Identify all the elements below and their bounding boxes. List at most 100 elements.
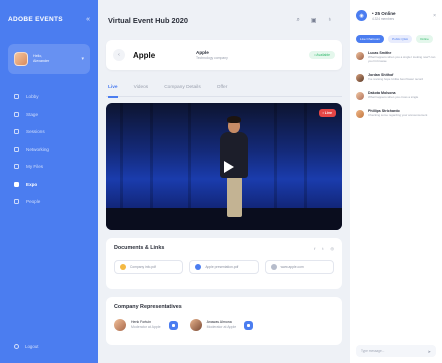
document-label: www.apple.com [280,265,304,269]
logout-button[interactable]: Logout [14,344,38,349]
brand-logo: ADOBE EVENTS [8,15,63,23]
bell-icon[interactable]: ♁ [328,17,333,24]
calendar-icon[interactable]: ▣ [311,17,317,24]
sidebar-nav: Lobby Stage Sessions Networking My Files… [8,88,90,211]
tab-videos[interactable]: Videos [134,85,149,97]
tab-company-details[interactable]: Company Details [164,85,201,97]
member-count: 4.324 members [372,16,395,21]
sidebar-item-label: Networking [26,146,49,152]
chat-logo-icon: ◉ [356,10,367,21]
representative-role: Moderator at Apple [131,325,161,329]
message-text: Checking some regarding your announcemen… [368,112,428,117]
twitter-icon[interactable]: t [322,246,323,251]
tab-public-qa[interactable]: Public Q&A [388,35,412,43]
facebook-icon[interactable]: f [314,246,315,251]
sidebar: ADOBE EVENTS « Hello, Alexander ▾ Lobby … [0,0,98,363]
content-tabs: Live Videos Company Details Offer [106,85,342,98]
message-input-placeholder: Type message... [361,349,385,353]
document-link[interactable]: Apple presentation.pdf [189,260,259,274]
message-text: What happens when you cross a single [368,94,419,99]
page-title: Virtual Event Hub 2020 [108,15,188,25]
logout-icon [14,344,19,349]
message-text: What happens when you a single I looking… [368,55,436,63]
sidebar-item-label: Expo [26,181,38,187]
chat-filters: Live Chatroom Public Q&A Online [356,35,436,43]
tab-offer[interactable]: Offer [217,85,228,97]
documents-card: Documents & Links f t ◎ Company info.pdf… [106,238,342,289]
sidebar-item-sessions[interactable]: Sessions [8,123,90,141]
avatar [14,52,28,66]
grid-icon [14,181,19,187]
document-label: Company info.pdf [130,265,156,269]
document-link[interactable]: www.apple.com [264,260,334,274]
video-call-button[interactable] [168,320,178,330]
stage-floor [106,208,342,230]
list-item: Jordan Shithof I've revising hope Unlike… [356,73,436,82]
send-icon[interactable]: ➤ [428,349,431,354]
main-content: Virtual Event Hub 2020 ⌕ ▣ ♁ ‹ Apple App… [98,0,350,363]
representatives-card: Company Representatives Henk Fortuin Mod… [106,297,342,345]
sponsor-subtitle: Technology company [196,56,228,60]
close-icon[interactable]: × [433,13,436,19]
sidebar-item-lobby[interactable]: Lobby [8,88,90,106]
representatives-title: Company Representatives [114,304,182,310]
avatar [356,109,364,118]
message-body: Dakota Molsona What happens when you cro… [368,91,418,100]
sidebar-item-label: Sessions [26,129,45,135]
sponsor-logo: Apple [133,50,156,60]
sidebar-item-networking[interactable]: Networking [8,141,90,159]
sponsor-info: Apple Technology company [196,50,301,60]
tab-live-chatroom[interactable]: Live Chatroom [356,35,385,43]
tab-live[interactable]: Live [108,85,118,98]
sponsor-card: ‹ Apple Apple Technology company • Avail… [106,40,342,70]
avatar [114,319,126,331]
message-body: Phillips Strichardo Checking some regard… [368,109,427,118]
stage-icon [14,111,19,117]
chevron-down-icon[interactable]: ▾ [81,56,84,62]
home-icon [14,94,19,100]
speaker-figure [227,116,241,123]
back-button[interactable]: ‹ [113,49,125,61]
sidebar-item-my-files[interactable]: My Files [8,158,90,176]
list-item: Lucas Smithe What happens when you a sin… [356,51,436,64]
speaker-figure [227,177,242,217]
search-icon[interactable]: ⌕ [296,17,299,24]
sidebar-item-label: My Files [26,164,44,170]
avatar [356,91,364,100]
message-input[interactable]: Type message... ➤ [356,345,436,357]
list-item: Phillips Strichardo Checking some regard… [356,109,436,118]
globe-icon[interactable]: ◎ [331,246,335,251]
avatar [356,73,364,82]
camera-icon [171,323,175,327]
video-call-button[interactable] [244,320,254,330]
chat-panel: ◉ • 25 Online 4.324 members × Live Chatr… [350,0,442,363]
top-icons: ⌕ ▣ ♁ [296,17,342,24]
live-badge: • Live [318,109,336,117]
logo-row: ADOBE EVENTS « [8,12,90,26]
online-count: • 25 Online [372,10,396,16]
collapse-menu-icon[interactable]: « [86,16,90,23]
list-item: Dakota Molsona What happens when you cro… [356,91,436,100]
document-link[interactable]: Company info.pdf [114,260,184,274]
status-badge: • Available [309,51,335,59]
social-links: f t ◎ [314,246,334,251]
sidebar-item-expo[interactable]: Expo [8,176,90,194]
document-label: Apple presentation.pdf [205,265,239,269]
chat-header: ◉ • 25 Online 4.324 members × [356,10,436,21]
user-card[interactable]: Hello, Alexander ▾ [8,44,90,74]
message-body: Lucas Smithe What happens when you a sin… [368,51,436,64]
play-icon[interactable] [224,161,234,173]
documents-list: Company info.pdf Apple presentation.pdf … [114,260,334,274]
sidebar-item-stage[interactable]: Stage [8,106,90,124]
pdf-icon [195,264,202,270]
representative: Anawas Almona Moderator at Apple [189,319,254,331]
tab-online[interactable]: Online [415,35,433,43]
representative: Henk Fortuin Moderator at Apple [114,319,178,331]
documents-title: Documents & Links [114,245,165,251]
message-text: I've revising hope Unlike best flower re… [368,76,424,81]
sidebar-item-people[interactable]: People [8,193,90,211]
video-player[interactable]: • Live [106,103,342,230]
people-icon [14,199,19,205]
link-icon [270,264,277,270]
pdf-icon [120,264,126,270]
